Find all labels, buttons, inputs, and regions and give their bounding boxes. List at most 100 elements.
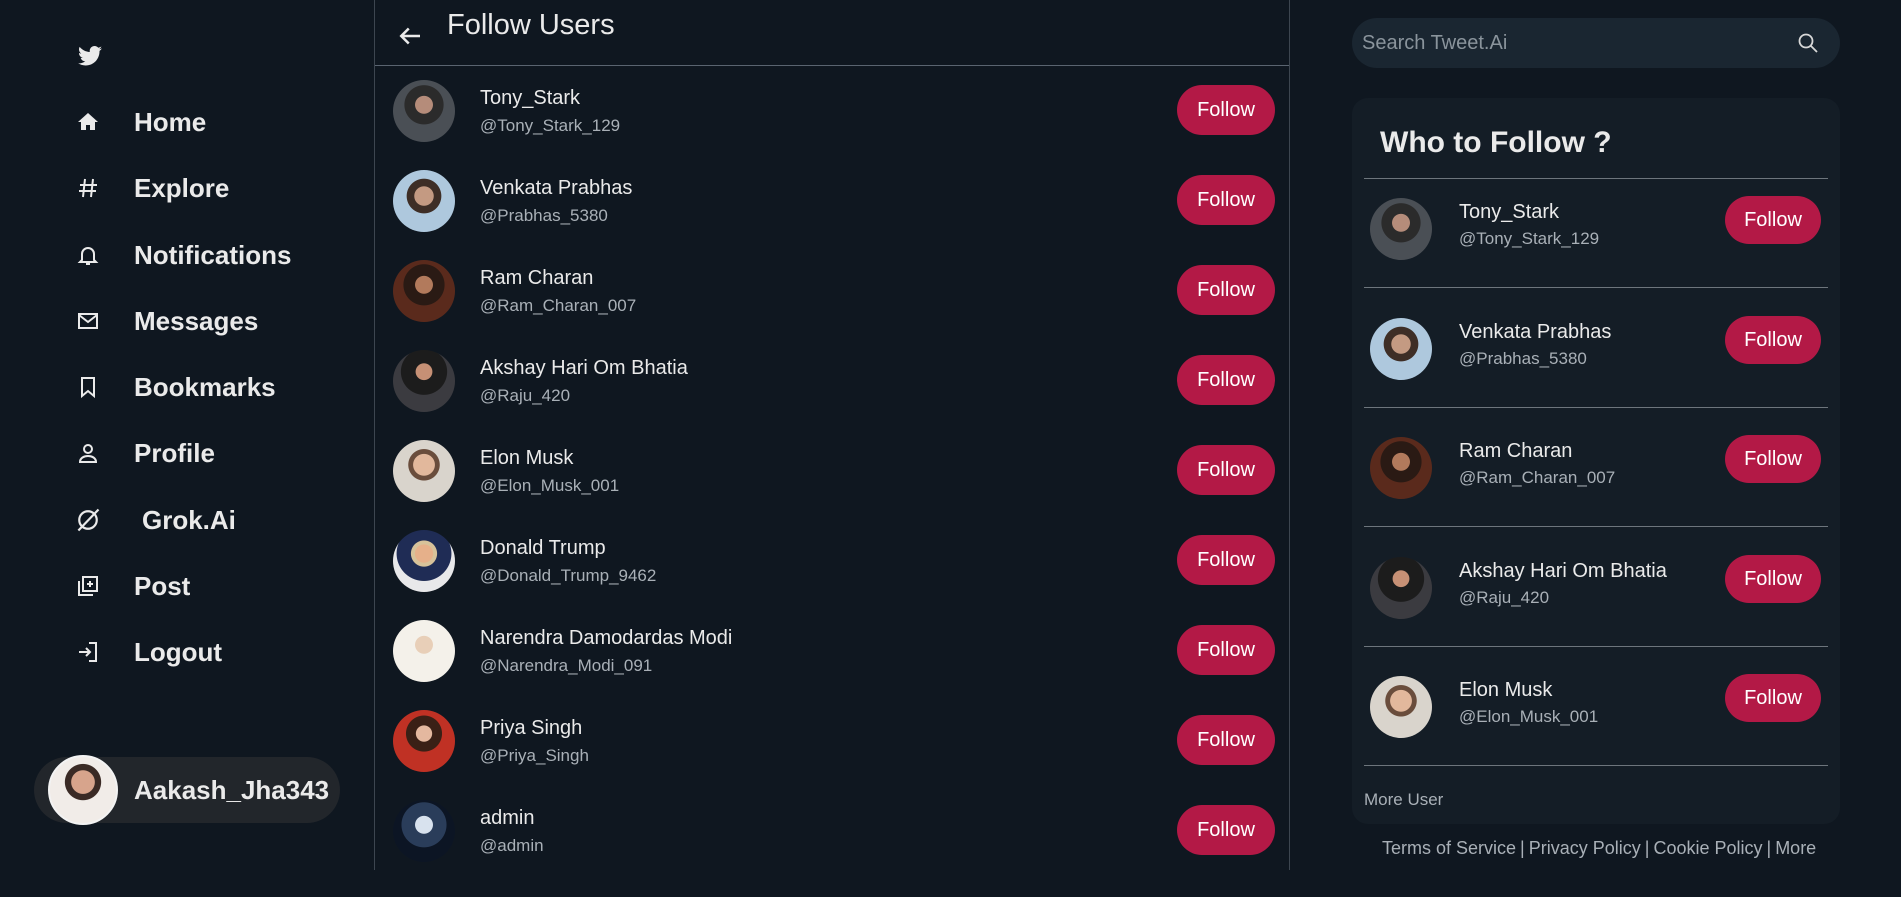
user-name[interactable]: Narendra Damodardas Modi <box>480 627 732 650</box>
nav-explore[interactable]: Explore <box>74 168 229 208</box>
user-name[interactable]: Donald Trump <box>480 537 656 560</box>
user-name[interactable]: Priya Singh <box>480 717 589 740</box>
suggestion-handle: @Ram_Charan_007 <box>1459 468 1616 487</box>
bookmark-icon <box>74 373 102 401</box>
more-user-link[interactable]: More User <box>1364 790 1443 810</box>
follow-users-header: Follow Users <box>375 0 1289 66</box>
follow-button[interactable]: Follow <box>1177 715 1275 765</box>
user-name[interactable]: Akshay Hari Om Bhatia <box>480 357 688 380</box>
suggestion-row: Venkata Prabhas @Prabhas_5380 Follow <box>1352 299 1840 417</box>
follow-button[interactable]: Follow <box>1725 435 1821 483</box>
follow-button[interactable]: Follow <box>1177 265 1275 315</box>
suggestion-row: Elon Musk @Elon_Musk_001 Follow <box>1352 657 1840 775</box>
user-handle: @Priya_Singh <box>480 745 589 765</box>
suggestion-handle: @Tony_Stark_129 <box>1459 229 1600 248</box>
follow-button[interactable]: Follow <box>1177 85 1275 135</box>
suggestion-name[interactable]: Venkata Prabhas <box>1459 321 1611 344</box>
search-icon[interactable] <box>1796 31 1820 55</box>
suggestion-avatar[interactable] <box>1370 437 1432 499</box>
user-name[interactable]: Elon Musk <box>480 447 619 470</box>
follow-button[interactable]: Follow <box>1725 196 1821 244</box>
follow-button[interactable]: Follow <box>1725 555 1821 603</box>
privacy-link[interactable]: Privacy Policy <box>1529 838 1641 858</box>
nav-messages-label: Messages <box>134 305 259 336</box>
search-input[interactable] <box>1362 31 1782 55</box>
user-handle: @Elon_Musk_001 <box>480 475 620 495</box>
nav-notifications[interactable]: Notifications <box>74 235 291 275</box>
twitter-logo-icon[interactable] <box>78 46 102 66</box>
user-row: Ram Charan @Ram_Charan_007 Follow <box>375 246 1289 336</box>
nav-notifications-label: Notifications <box>134 239 292 270</box>
nav-bookmarks[interactable]: Bookmarks <box>74 367 276 407</box>
user-handle: @Ram_Charan_007 <box>480 295 637 315</box>
follow-button[interactable]: Follow <box>1177 175 1275 225</box>
user-name[interactable]: Ram Charan <box>480 267 636 290</box>
person-icon <box>74 439 102 467</box>
search-bar <box>1352 18 1840 68</box>
user-avatar[interactable] <box>393 530 455 592</box>
suggestion-handle: @Raju_420 <box>1459 588 1550 607</box>
suggestion-row: Tony_Stark @Tony_Stark_129 Follow <box>1352 179 1840 297</box>
post-icon <box>74 572 102 600</box>
user-avatar[interactable] <box>393 440 455 502</box>
more-link[interactable]: More <box>1775 838 1816 858</box>
hashtag-icon <box>74 174 102 202</box>
user-avatar[interactable] <box>393 170 455 232</box>
user-avatar[interactable] <box>393 620 455 682</box>
user-name[interactable]: admin <box>480 807 544 830</box>
user-avatar[interactable] <box>393 80 455 142</box>
suggestion-name[interactable]: Ram Charan <box>1459 440 1572 463</box>
follow-button[interactable]: Follow <box>1725 674 1821 722</box>
follow-button[interactable]: Follow <box>1177 535 1275 585</box>
divider <box>1364 407 1828 408</box>
user-name[interactable]: Venkata Prabhas <box>480 177 632 200</box>
user-avatar[interactable] <box>393 800 455 862</box>
follow-button[interactable]: Follow <box>1725 316 1821 364</box>
footer-separator: | <box>1644 838 1650 858</box>
suggestion-name[interactable]: Elon Musk <box>1459 679 1552 702</box>
nav-grok-label: Grok.Ai <box>142 504 236 535</box>
user-handle: @Tony_Stark_129 <box>480 115 621 135</box>
nav-logout[interactable]: Logout <box>74 632 222 672</box>
follow-button[interactable]: Follow <box>1177 445 1275 495</box>
nav-profile[interactable]: Profile <box>74 433 215 473</box>
nav-grok[interactable]: Grok.Ai <box>74 500 236 540</box>
suggestion-handle: @Prabhas_5380 <box>1459 349 1587 368</box>
user-avatar[interactable] <box>393 350 455 412</box>
user-row: Elon Musk @Elon_Musk_001 Follow <box>375 426 1289 516</box>
follow-button[interactable]: Follow <box>1177 625 1275 675</box>
current-user-chip[interactable]: Aakash_Jha343 <box>34 755 340 825</box>
nav-bookmarks-label: Bookmarks <box>134 371 276 402</box>
user-avatar[interactable] <box>393 710 455 772</box>
nav-home[interactable]: Home <box>74 102 206 142</box>
nav-post[interactable]: Post <box>74 566 190 606</box>
nav-messages[interactable]: Messages <box>74 301 258 341</box>
terms-link[interactable]: Terms of Service <box>1382 838 1516 858</box>
user-handle: @Prabhas_5380 <box>480 205 608 225</box>
divider <box>1364 765 1828 766</box>
user-name[interactable]: Tony_Stark <box>480 87 620 110</box>
footer-separator: | <box>1766 838 1772 858</box>
user-row: Tony_Stark @Tony_Stark_129 Follow <box>375 66 1289 156</box>
suggestion-avatar[interactable] <box>1370 676 1432 738</box>
current-user-name: Aakash_Jha343 <box>134 774 330 805</box>
footer-links: Terms of Service | Privacy Policy | Cookie P… <box>1382 838 1816 859</box>
home-icon <box>74 108 102 136</box>
user-row: Akshay Hari Om Bhatia @Raju_420 Follow <box>375 336 1289 426</box>
suggestion-avatar[interactable] <box>1370 557 1432 619</box>
cookie-link[interactable]: Cookie Policy <box>1653 838 1762 858</box>
logout-icon <box>74 638 102 666</box>
divider <box>1364 287 1828 288</box>
follow-button[interactable]: Follow <box>1177 805 1275 855</box>
who-to-follow-card: Who to Follow ? Tony_Stark @Tony_Stark_1… <box>1352 98 1840 824</box>
back-arrow-icon[interactable] <box>395 21 425 51</box>
divider <box>1364 646 1828 647</box>
suggestion-avatar[interactable] <box>1370 198 1432 260</box>
user-avatar[interactable] <box>393 260 455 322</box>
suggestion-name[interactable]: Akshay Hari Om Bhatia <box>1459 560 1667 583</box>
follow-button[interactable]: Follow <box>1177 355 1275 405</box>
nav-logout-label: Logout <box>134 636 223 667</box>
suggestion-name[interactable]: Tony_Stark <box>1459 201 1559 224</box>
suggestion-avatar[interactable] <box>1370 318 1432 380</box>
suggestion-handle: @Elon_Musk_001 <box>1459 707 1599 726</box>
